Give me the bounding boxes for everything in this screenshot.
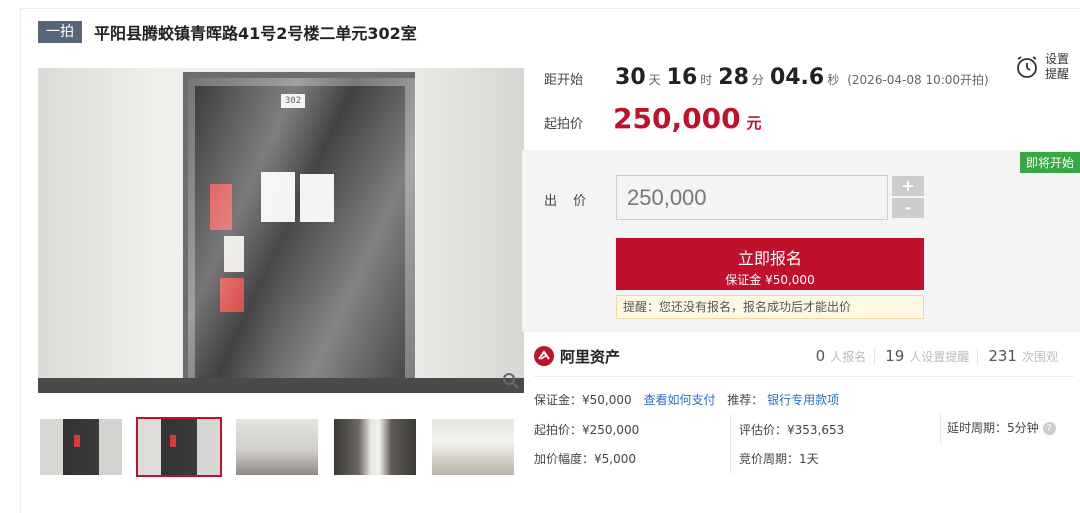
signup-deposit-label: 保证金 ¥50,000 xyxy=(725,273,815,287)
thumbnail[interactable] xyxy=(430,417,516,477)
thumbnail-image xyxy=(334,419,416,475)
help-icon[interactable]: ? xyxy=(1042,422,1056,435)
countdown-days: 30 xyxy=(615,65,646,90)
thumbnail-image xyxy=(40,419,122,475)
thumbnail[interactable] xyxy=(332,417,418,477)
ali-assets-logo-icon xyxy=(534,346,554,366)
signup-count: 0 xyxy=(815,347,826,365)
photo-floor xyxy=(38,378,524,393)
countdown-minutes: 28 xyxy=(718,65,749,90)
auction-round-badge: 一拍 xyxy=(38,21,82,43)
platform-name: 阿里资产 xyxy=(560,347,621,366)
bid-panel: 即将开始 出 价 250,000 + - 立即报名 保证金 ¥50,000 提醒… xyxy=(522,150,1080,332)
alarm-clock-icon xyxy=(1017,56,1037,78)
view-count: 231 xyxy=(988,347,1017,365)
countdown-minutes-unit: 分 xyxy=(751,73,764,87)
thumbnail[interactable] xyxy=(234,417,320,477)
signup-count-label: 人报名 xyxy=(830,348,876,365)
countdown-hours: 16 xyxy=(666,65,698,90)
main-photo[interactable]: 302 xyxy=(38,68,524,393)
countdown-seconds: 04.6 xyxy=(769,65,825,90)
set-reminder-label: 设置提醒 xyxy=(1045,52,1070,81)
set-reminder-button[interactable]: 设置提醒 xyxy=(1015,52,1075,82)
countdown-row: 距开始 30 天 16 时 28 分 04.6 秒 (2026-04-08 10… xyxy=(544,65,989,90)
recommend-label: 推荐： xyxy=(727,393,764,407)
increment-detail: 加价幅度：¥5,000 xyxy=(534,452,636,466)
bid-decrease-button[interactable]: - xyxy=(892,198,924,218)
start-price-unit: 元 xyxy=(746,114,762,132)
delay-period-text: 延时周期：5分钟 xyxy=(947,421,1039,435)
photo-plastic-wrap xyxy=(188,78,416,393)
countdown-hours-unit: 时 xyxy=(700,73,713,87)
signup-notice: 提醒：您还没有报名，报名成功后才能出价 xyxy=(616,295,924,319)
countdown-start-time: (2026-04-08 10:00开拍) xyxy=(847,73,989,87)
thumbnail-image xyxy=(236,419,318,475)
thumbnail-active[interactable] xyxy=(136,417,222,477)
thumbnail-image xyxy=(138,419,220,475)
thumbnail[interactable] xyxy=(38,417,124,477)
reminder-count-label: 人设置提醒 xyxy=(909,348,979,365)
bid-label: 出 价 xyxy=(544,194,593,209)
thumbnail-image xyxy=(432,419,514,475)
auction-info: 距开始 30 天 16 时 28 分 04.6 秒 (2026-04-08 10… xyxy=(522,50,1080,150)
signup-button[interactable]: 立即报名 保证金 ¥50,000 xyxy=(616,238,924,290)
how-to-pay-link[interactable]: 查看如何支付 xyxy=(643,393,715,407)
platform-row: 阿里资产 0 人报名 19 人设置提醒 231 次围观 xyxy=(534,342,1074,370)
start-price-label: 起拍价 xyxy=(544,117,584,132)
reminder-count: 19 xyxy=(885,347,905,365)
start-price-row: 起拍价 250,000 元 xyxy=(544,102,762,135)
deposit-detail: 保证金：¥50,000 查看如何支付 推荐： 银行专用款项 xyxy=(534,391,839,408)
title-row: 一拍 平阳县腾蛟镇青晖路41号2号楼二单元302室 xyxy=(38,20,417,44)
page-title: 平阳县腾蛟镇青晖路41号2号楼二单元302室 xyxy=(94,24,417,43)
view-count-label: 次围观 xyxy=(1021,350,1058,364)
bank-payment-link[interactable]: 银行专用款项 xyxy=(767,393,839,407)
bid-amount-input[interactable]: 250,000 xyxy=(616,175,888,220)
countdown-label: 距开始 xyxy=(544,73,584,88)
thumbnail-sticker xyxy=(170,435,176,447)
deposit-text: 保证金：¥50,000 xyxy=(534,393,632,407)
signup-button-label: 立即报名 xyxy=(737,249,802,268)
status-badge: 即将开始 xyxy=(1019,152,1080,173)
auction-stats: 0 人报名 19 人设置提醒 231 次围观 xyxy=(806,347,1066,365)
thumbnail-sticker xyxy=(74,435,80,447)
delay-period-detail: 延时周期：5分钟? xyxy=(947,419,1056,436)
countdown-seconds-unit: 秒 xyxy=(827,73,840,87)
start-price-detail: 起拍价：¥250,000 xyxy=(534,423,640,437)
zoom-icon[interactable] xyxy=(502,372,520,390)
bid-cycle-detail: 竞价周期：1天 xyxy=(739,452,819,466)
start-price-value: 250,000 xyxy=(613,102,741,135)
bid-increase-button[interactable]: + xyxy=(892,176,924,196)
appraisal-detail: 评估价：¥353,653 xyxy=(739,423,845,437)
detail-separator xyxy=(730,414,731,444)
detail-separator xyxy=(940,414,941,444)
countdown-days-unit: 天 xyxy=(648,73,661,87)
thumbnail-strip xyxy=(38,417,528,477)
divider xyxy=(534,376,1074,377)
detail-separator xyxy=(730,444,731,474)
